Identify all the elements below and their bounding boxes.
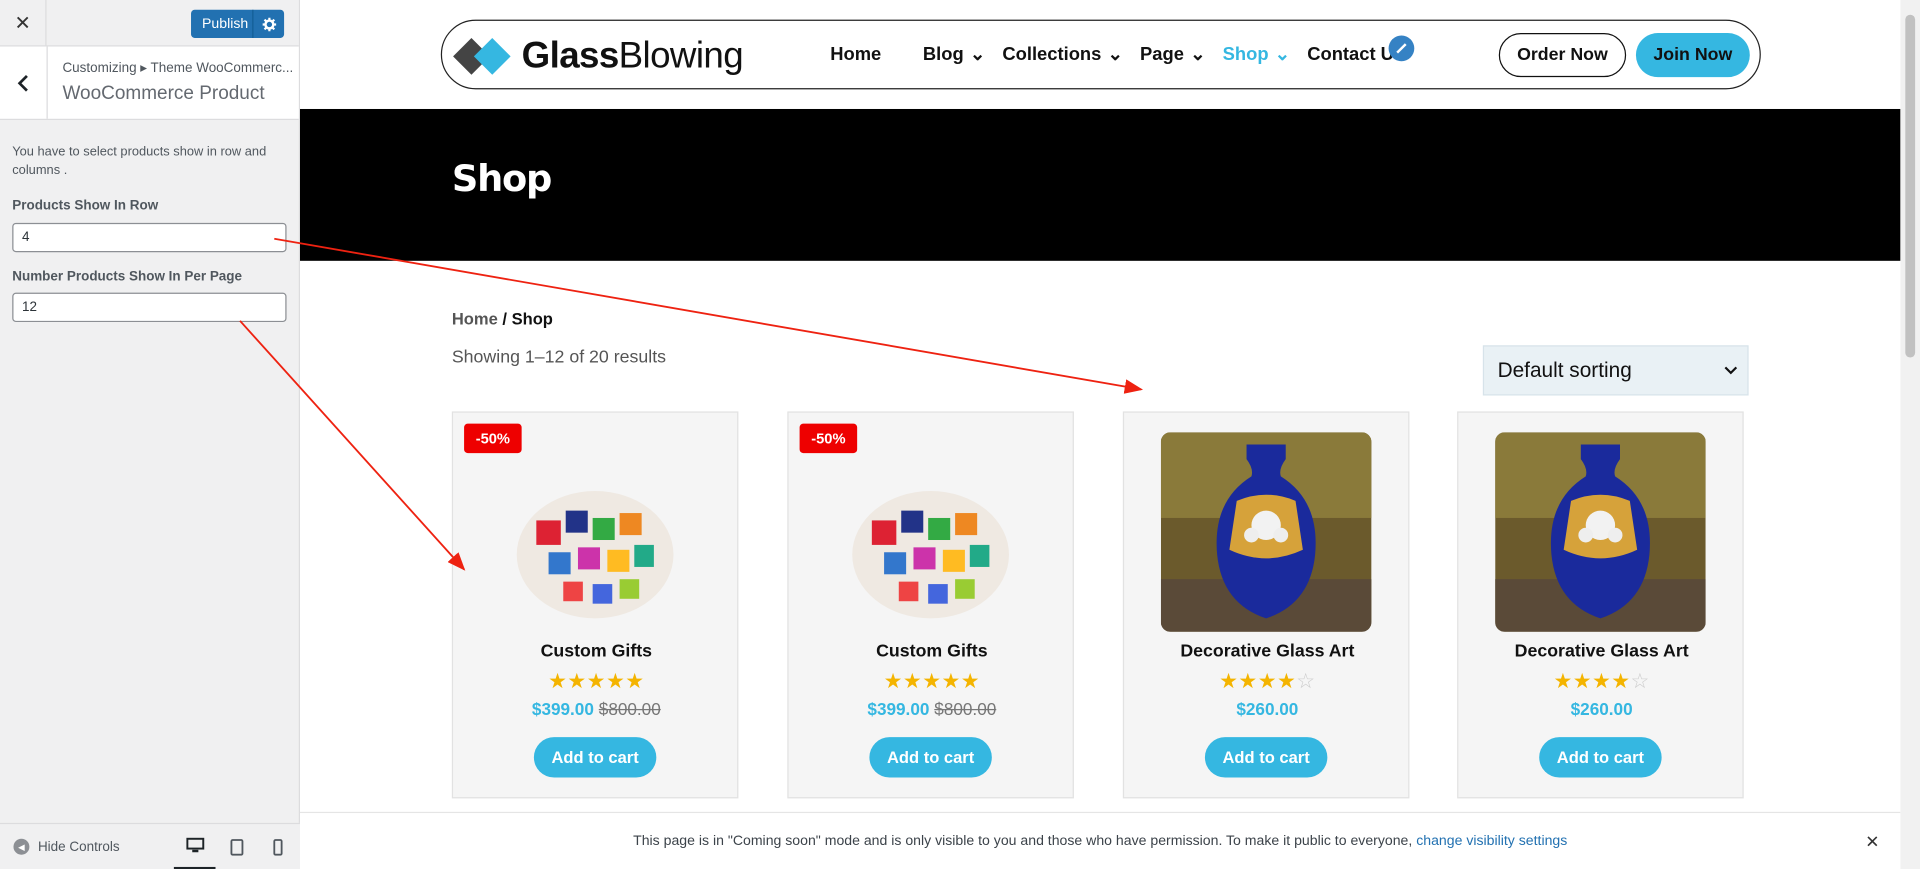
coming-soon-notice: This page is in "Coming soon" mode and i… bbox=[300, 811, 1901, 869]
site-header: GlassBlowing Home Blog ⌄ Collections ⌄ Pag… bbox=[440, 19, 1761, 90]
publish-button[interactable]: Publish bbox=[191, 9, 285, 38]
product-image[interactable] bbox=[825, 432, 1036, 632]
chevron-down-icon: ⌄ bbox=[1190, 44, 1206, 65]
scrollbar[interactable] bbox=[1900, 0, 1920, 869]
product-title[interactable]: Custom Gifts bbox=[789, 642, 1076, 662]
tablet-preview-icon[interactable] bbox=[216, 824, 258, 869]
section-title: WooCommerce Product bbox=[62, 83, 265, 105]
customizer-sidebar: ✕ Publish Customizing ▸ Theme WooCommerc… bbox=[0, 0, 301, 869]
visibility-settings-link[interactable]: change visibility settings bbox=[1416, 834, 1567, 849]
main-nav: Home Blog ⌄ Collections ⌄ Page ⌄ Shop ⌄ Cont… bbox=[830, 43, 1404, 65]
breadcrumb-current: Shop bbox=[511, 309, 553, 329]
logo-text: GlassBlowing bbox=[521, 35, 744, 76]
nav-shop[interactable]: Shop ⌄ bbox=[1223, 43, 1291, 65]
close-icon[interactable]: ✕ bbox=[1865, 831, 1879, 852]
add-to-cart-button[interactable]: Add to cart bbox=[1539, 737, 1662, 778]
product-image[interactable] bbox=[1160, 432, 1372, 632]
product-card[interactable]: Decorative Glass Art ★★★★☆ $260.00 Add t… bbox=[1457, 411, 1745, 799]
per-page-label: Number Products Show In Per Page bbox=[12, 269, 243, 285]
chevron-down-icon bbox=[1724, 366, 1738, 375]
product-price: $399.00 $800.00 bbox=[531, 699, 661, 719]
add-to-cart-button[interactable]: Add to cart bbox=[533, 737, 657, 778]
chevron-down-icon: ⌄ bbox=[1274, 44, 1291, 65]
nav-blog[interactable]: Blog ⌄ bbox=[923, 43, 986, 65]
product-image[interactable] bbox=[490, 432, 701, 632]
section-description: You have to select products show in row … bbox=[12, 144, 267, 178]
chevron-down-icon: ⌄ bbox=[1107, 44, 1123, 65]
nav-collections[interactable]: Collections ⌄ bbox=[1002, 43, 1123, 65]
breadcrumb-home[interactable]: Home bbox=[452, 310, 498, 328]
back-chevron-icon[interactable] bbox=[0, 46, 48, 119]
customizer-footer: ◀ Hide Controls bbox=[0, 822, 301, 869]
desktop-preview-icon[interactable] bbox=[173, 824, 216, 869]
site-preview: GlassBlowing Home Blog ⌄ Collections ⌄ Pag… bbox=[300, 0, 1901, 869]
star-rating: ★★★★☆ bbox=[1553, 669, 1650, 694]
sorting-select[interactable]: Default sorting bbox=[1482, 345, 1749, 396]
gear-icon[interactable] bbox=[252, 9, 284, 38]
logo-diamond-icon bbox=[453, 37, 511, 75]
nav-home[interactable]: Home bbox=[830, 43, 881, 65]
product-price: $260.00 bbox=[1236, 699, 1299, 719]
product-image[interactable] bbox=[1495, 432, 1706, 632]
product-price: $399.00 $800.00 bbox=[867, 699, 997, 719]
star-rating: ★★★★★ bbox=[548, 669, 645, 694]
product-title[interactable]: Decorative Glass Art bbox=[1458, 642, 1745, 662]
row-label: Products Show In Row bbox=[12, 198, 159, 214]
result-count: Showing 1–12 of 20 results bbox=[451, 347, 667, 368]
product-card[interactable]: Decorative Glass Art ★★★★☆ $260.00 Add t… bbox=[1122, 411, 1411, 799]
chevron-down-icon: ⌄ bbox=[969, 44, 986, 65]
page-title: Shop bbox=[451, 157, 552, 201]
product-title[interactable]: Custom Gifts bbox=[453, 642, 740, 662]
product-title[interactable]: Decorative Glass Art bbox=[1124, 642, 1411, 662]
hide-controls-label: Hide Controls bbox=[37, 839, 120, 855]
publish-label: Publish bbox=[202, 16, 249, 32]
scrollbar-thumb[interactable] bbox=[1905, 14, 1916, 358]
hide-controls-button[interactable]: ◀ Hide Controls bbox=[13, 838, 120, 855]
customizer-breadcrumb: Customizing ▸ Theme WooCommerc... bbox=[62, 61, 294, 76]
edit-pencil-icon[interactable] bbox=[1388, 35, 1415, 62]
products-per-page-input[interactable] bbox=[12, 292, 287, 323]
mobile-preview-icon[interactable] bbox=[257, 824, 299, 869]
section-header: Customizing ▸ Theme WooCommerc... WooCom… bbox=[0, 46, 299, 121]
close-icon[interactable]: ✕ bbox=[0, 0, 47, 47]
product-card[interactable]: -50% Custom Gifts ★★★★★ $399.00 $800.00 A… bbox=[451, 411, 740, 799]
page-banner: Shop bbox=[300, 108, 1901, 261]
products-per-row-input[interactable] bbox=[12, 222, 287, 253]
breadcrumb: Home / Shop bbox=[451, 309, 553, 329]
star-rating: ★★★★★ bbox=[883, 669, 981, 694]
collapse-icon: ◀ bbox=[13, 838, 30, 855]
order-now-button[interactable]: Order Now bbox=[1498, 33, 1627, 78]
join-now-button[interactable]: Join Now bbox=[1635, 33, 1750, 78]
customizer-topbar: ✕ Publish bbox=[0, 0, 299, 47]
nav-page[interactable]: Page ⌄ bbox=[1140, 43, 1206, 65]
site-logo[interactable]: GlassBlowing bbox=[453, 34, 744, 78]
add-to-cart-button[interactable]: Add to cart bbox=[1204, 737, 1328, 778]
product-price: $260.00 bbox=[1570, 699, 1633, 719]
add-to-cart-button[interactable]: Add to cart bbox=[869, 737, 992, 778]
product-card[interactable]: -50% Custom Gifts ★★★★★ $399.00 $800.00 A… bbox=[787, 411, 1076, 799]
star-rating: ★★★★☆ bbox=[1219, 669, 1316, 694]
